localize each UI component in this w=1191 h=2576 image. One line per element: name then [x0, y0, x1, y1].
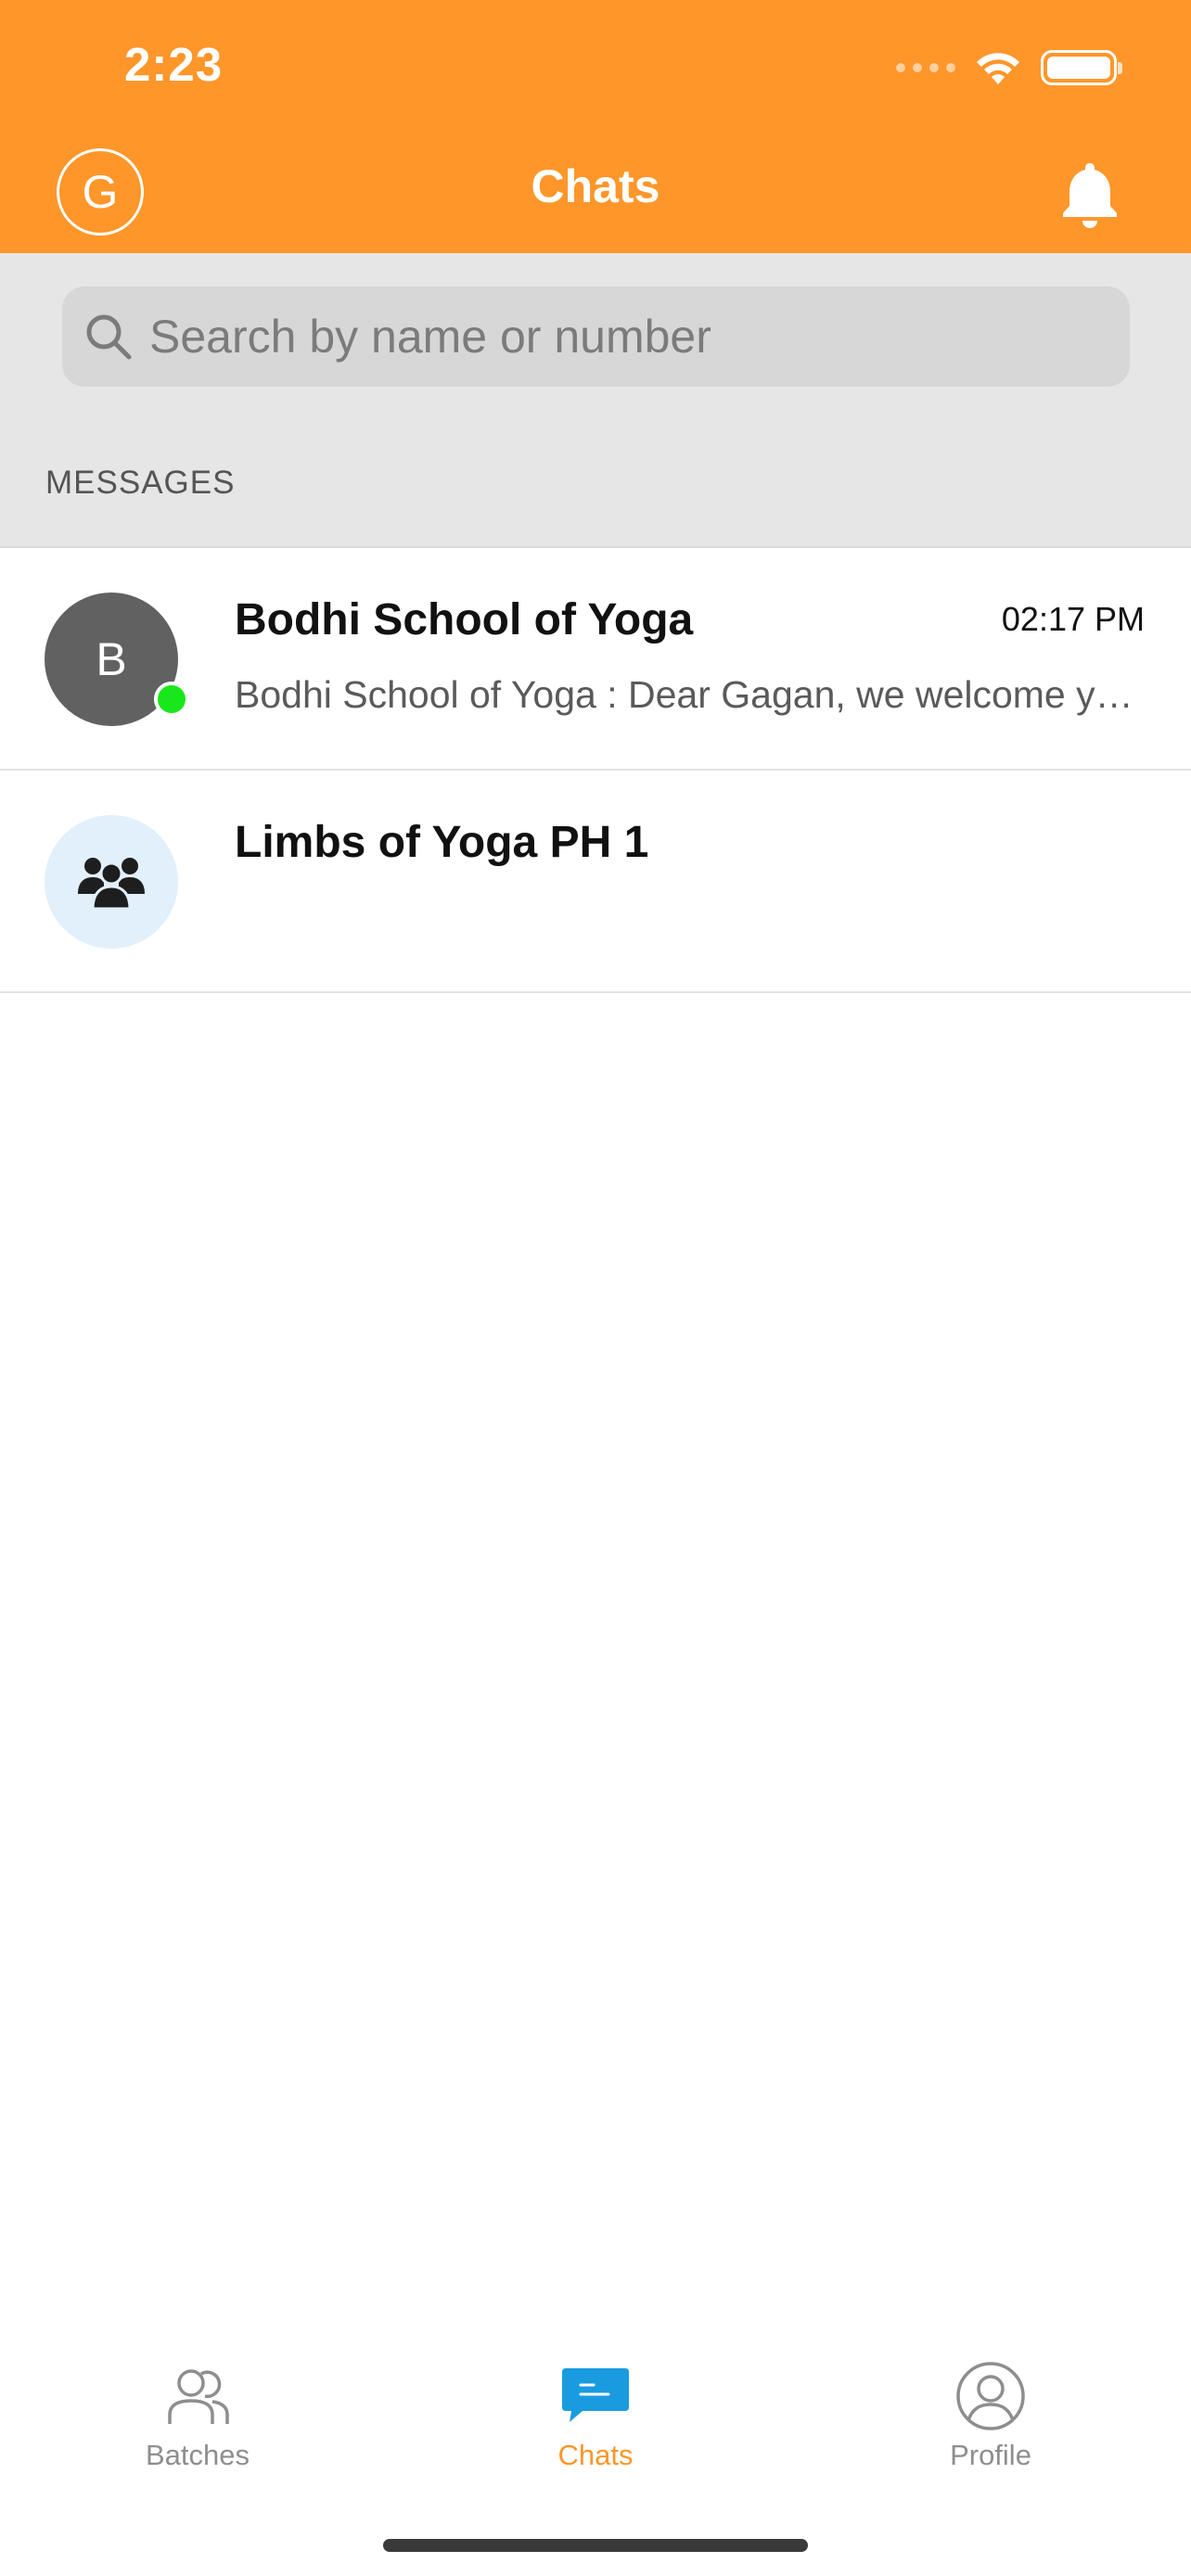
search-placeholder: Search by name or number — [149, 311, 711, 363]
chat-timestamp: 02:17 PM — [1001, 600, 1145, 638]
tab-label: Batches — [145, 2439, 250, 2471]
bell-icon[interactable] — [1057, 159, 1122, 230]
chat-item-bodhi-school-of-yoga[interactable]: B Bodhi School of Yoga 02:17 PM Bodhi Sc… — [0, 548, 1191, 771]
home-indicator — [383, 2539, 808, 2552]
page-title: Chats — [531, 160, 660, 212]
chats-screen: 2:23 G Chats Search by name or number ME… — [0, 0, 1191, 2576]
search-section: Search by name or number MESSAGES — [0, 253, 1191, 548]
battery-icon — [1041, 50, 1122, 85]
group-icon — [45, 815, 178, 949]
cellular-signal-icon — [896, 63, 955, 72]
search-input[interactable]: Search by name or number — [62, 287, 1130, 387]
app-header: 2:23 G Chats — [0, 0, 1191, 253]
status-time: 2:23 — [124, 38, 224, 91]
tab-label: Chats — [557, 2439, 634, 2471]
chat-last-message: Bodhi School of Yoga : Dear Gagan, we we… — [235, 673, 1144, 716]
online-status-indicator — [154, 682, 189, 717]
tab-chats[interactable]: Chats — [456, 2340, 735, 2480]
tab-batches[interactable]: Batches — [58, 2340, 337, 2480]
chat-item-limbs-of-yoga-ph-1[interactable]: Limbs of Yoga PH 1 — [0, 771, 1191, 993]
wifi-icon — [974, 49, 1022, 86]
chat-name: Bodhi School of Yoga — [235, 595, 694, 644]
chats-icon — [558, 2359, 633, 2433]
tab-profile[interactable]: Profile — [852, 2340, 1130, 2480]
search-icon — [83, 311, 134, 363]
tab-label: Profile — [950, 2439, 1031, 2471]
chat-name: Limbs of Yoga PH 1 — [235, 818, 649, 867]
batches-icon — [160, 2359, 235, 2433]
section-label-messages: MESSAGES — [45, 465, 236, 501]
profile-icon — [954, 2359, 1028, 2433]
status-icons — [896, 45, 1122, 91]
bottom-tab-bar: Batches Chats Profile — [0, 2340, 1191, 2480]
